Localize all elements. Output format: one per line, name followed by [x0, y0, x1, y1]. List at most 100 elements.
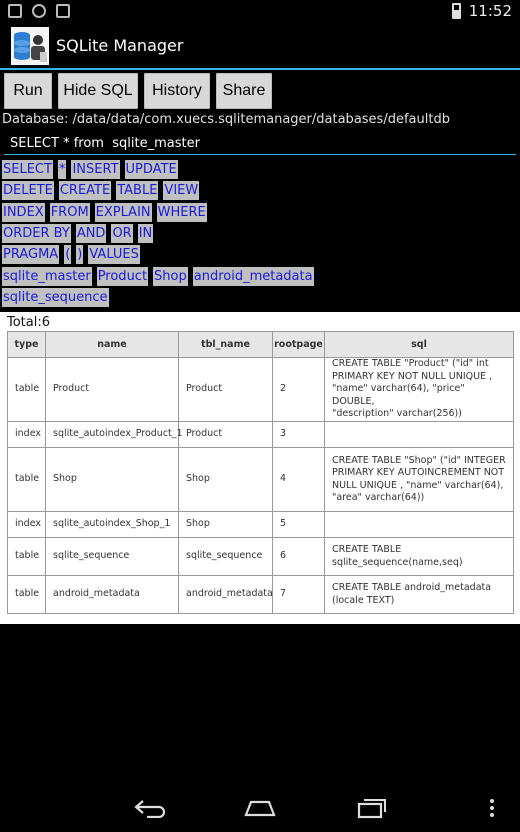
- keyword-button[interactable]: OR: [111, 224, 133, 244]
- table-row: index sqlite_autoindex_Product_1 Product 3: [7, 421, 514, 448]
- table-cell: 6: [272, 537, 325, 576]
- keyword-button[interactable]: CREATE: [58, 181, 112, 201]
- column-header-sql: sql: [324, 331, 514, 358]
- table-row: index sqlite_autoindex_Shop_1 Shop 5: [7, 511, 514, 538]
- home-button[interactable]: [232, 790, 288, 826]
- table-row: table sqlite_sequence sqlite_sequence 6 CREA…: [7, 537, 514, 576]
- usb-icon: [32, 4, 46, 18]
- app-title: SQLite Manager: [56, 36, 184, 55]
- run-button[interactable]: Run: [4, 73, 52, 109]
- table-cell: [324, 511, 514, 538]
- overflow-menu-icon: [490, 799, 494, 817]
- table-cell: table: [7, 447, 46, 512]
- keyword-button[interactable]: TABLE: [116, 181, 159, 201]
- keyword-row: SELECT * INSERT UPDATE: [2, 159, 518, 180]
- keyword-button[interactable]: WHERE: [156, 202, 207, 222]
- keyword-button[interactable]: sqlite_master: [2, 266, 92, 286]
- keyword-button[interactable]: Shop: [153, 266, 188, 286]
- keyword-button[interactable]: Product: [96, 266, 149, 286]
- sd-card-icon: [56, 4, 70, 18]
- table-cell: CREATE TABLE "Shop" ("id" INTEGER PRIMAR…: [324, 447, 514, 512]
- table-row: table Shop Shop 4 CREATE TABLE "Shop" ("id" …: [7, 447, 514, 512]
- column-header-tbl-name: tbl_name: [178, 331, 273, 358]
- keyword-button[interactable]: EXPLAIN: [94, 202, 152, 222]
- keyword-button[interactable]: sqlite_sequence: [2, 287, 109, 307]
- recents-button[interactable]: [344, 790, 400, 826]
- image-icon: [8, 4, 22, 18]
- keyword-row: ORDER BY AND OR IN: [2, 223, 518, 244]
- keyword-button[interactable]: VALUES: [88, 245, 140, 265]
- table-cell: Product: [45, 357, 179, 422]
- keyword-button[interactable]: FROM: [49, 202, 90, 222]
- table-cell: [324, 421, 514, 448]
- table-cell: android_metadata: [45, 575, 179, 614]
- keyword-button[interactable]: (: [64, 245, 72, 265]
- keyword-button[interactable]: ORDER BY: [2, 224, 71, 244]
- sql-input[interactable]: [4, 133, 516, 155]
- status-bar: 11:52: [0, 0, 520, 24]
- toolbar: Run Hide SQL History Share: [0, 72, 520, 110]
- table-cell: index: [7, 511, 46, 538]
- table-cell: 5: [272, 511, 325, 538]
- hide-sql-button[interactable]: Hide SQL: [58, 73, 138, 109]
- keyword-button[interactable]: AND: [75, 224, 107, 244]
- column-header-name: name: [45, 331, 179, 358]
- table-cell: CREATE TABLE sqlite_sequence(name,seq): [324, 537, 514, 576]
- table-cell: 4: [272, 447, 325, 512]
- result-total: Total:6: [7, 315, 51, 330]
- app-icon: [11, 27, 49, 65]
- keyword-row: INDEX FROM EXPLAIN WHERE: [2, 202, 518, 223]
- keyword-row: DELETE CREATE TABLE VIEW: [2, 180, 518, 201]
- table-cell: 7: [272, 575, 325, 614]
- column-header-rootpage: rootpage: [272, 331, 325, 358]
- recents-icon: [357, 799, 386, 819]
- status-clock: 11:52: [468, 2, 512, 20]
- keyword-row: PRAGMA() VALUES: [2, 244, 518, 265]
- history-button[interactable]: History: [144, 73, 210, 109]
- action-bar: SQLite Manager: [0, 24, 520, 70]
- keyword-button[interactable]: SELECT: [2, 160, 53, 180]
- keyword-button[interactable]: IN: [137, 224, 154, 244]
- table-cell: Shop: [45, 447, 179, 512]
- share-button[interactable]: Share: [216, 73, 272, 109]
- table-cell: 2: [272, 357, 325, 422]
- table-cell: table: [7, 537, 46, 576]
- keyword-button[interactable]: INDEX: [2, 202, 45, 222]
- results-table: type name tbl_name rootpage sql table Product…: [7, 331, 514, 614]
- table-cell: sqlite_sequence: [178, 537, 273, 576]
- table-cell: sqlite_sequence: [45, 537, 179, 576]
- overflow-menu-button[interactable]: [470, 790, 514, 826]
- table-cell: Shop: [178, 511, 273, 538]
- keyword-button[interactable]: *: [57, 160, 67, 180]
- keyword-panel: SELECT * INSERT UPDATE DELETE CREATE TABLE VIEW…: [2, 159, 518, 308]
- table-cell: CREATE TABLE "Product" ("id" int PRIMARY…: [324, 357, 514, 422]
- back-button[interactable]: [122, 790, 178, 826]
- database-path: Database: /data/data/com.xuecs.sqliteman…: [2, 112, 450, 127]
- table-cell: table: [7, 575, 46, 614]
- table-cell: sqlite_autoindex_Shop_1: [45, 511, 179, 538]
- keyword-button[interactable]: PRAGMA: [2, 245, 60, 265]
- keyword-button[interactable]: INSERT: [71, 160, 120, 180]
- navigation-bar: [0, 784, 520, 832]
- table-cell: Product: [178, 357, 273, 422]
- keyword-button[interactable]: VIEW: [163, 181, 200, 201]
- keyword-button[interactable]: DELETE: [2, 181, 54, 201]
- table-cell: sqlite_autoindex_Product_1: [45, 421, 183, 448]
- column-header-type: type: [7, 331, 46, 358]
- keyword-button[interactable]: UPDATE: [124, 160, 178, 180]
- keyword-button[interactable]: ): [76, 245, 84, 265]
- keyword-button[interactable]: android_metadata: [192, 266, 314, 286]
- table-cell: table: [7, 357, 46, 422]
- battery-icon: [451, 3, 461, 19]
- table-cell: Shop: [178, 447, 273, 512]
- table-row: table Product Product 2 CREATE TABLE "Produc…: [7, 357, 514, 422]
- keyword-row: sqlite_master Product Shop android_metadata: [2, 265, 518, 286]
- home-icon: [244, 800, 276, 817]
- keyword-row: sqlite_sequence: [2, 287, 518, 308]
- table-header-row: type name tbl_name rootpage sql: [7, 331, 514, 358]
- table-row: table android_metadata android_metadata 7 CR…: [7, 575, 514, 614]
- table-cell: CREATE TABLE android_metadata (locale TE…: [324, 575, 514, 614]
- table-cell: Product: [178, 421, 273, 448]
- table-cell: 3: [272, 421, 325, 448]
- back-icon: [134, 800, 166, 818]
